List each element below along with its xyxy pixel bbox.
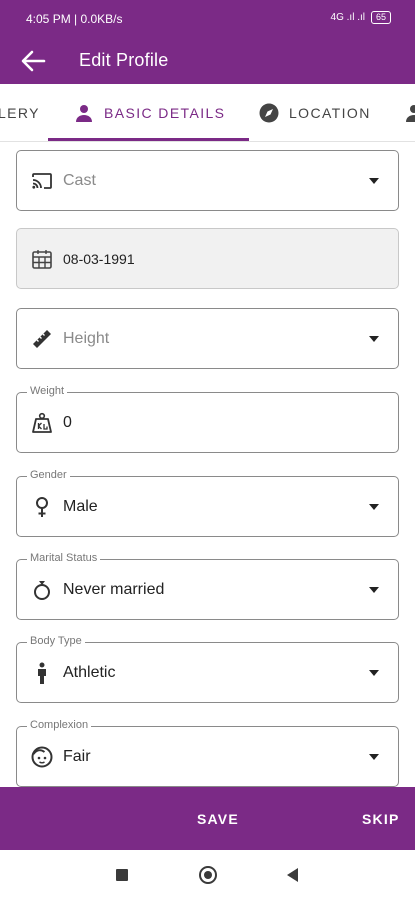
calendar-icon bbox=[32, 250, 52, 269]
skip-button[interactable]: SKIP bbox=[362, 811, 399, 827]
status-time: 4:05 PM | 0.0KB/s bbox=[26, 12, 123, 26]
body-type-label: Body Type bbox=[27, 635, 85, 647]
ring-icon bbox=[34, 581, 50, 600]
date-of-birth-value: 08-03-1991 bbox=[63, 251, 135, 267]
save-button[interactable]: SAVE bbox=[197, 811, 239, 827]
face-icon bbox=[31, 746, 53, 768]
cast-icon bbox=[32, 173, 52, 189]
tab-location-label: LOCATION bbox=[289, 105, 371, 121]
cast-placeholder: Cast bbox=[63, 172, 96, 189]
home-icon[interactable] bbox=[199, 866, 217, 884]
gender-dropdown[interactable]: Gender Male bbox=[16, 469, 399, 537]
marital-status-value: Never married bbox=[63, 581, 165, 598]
tab-next[interactable] bbox=[404, 84, 415, 142]
height-placeholder: Height bbox=[63, 330, 110, 347]
dropdown-arrow-icon bbox=[369, 587, 379, 593]
gender-value: Male bbox=[63, 498, 98, 515]
system-nav-bar bbox=[0, 850, 415, 900]
battery-icon: 65 bbox=[370, 11, 391, 24]
tab-gallery-label: LERY bbox=[0, 105, 40, 121]
complexion-value: Fair bbox=[63, 748, 91, 765]
status-bar: 4:05 PM | 0.0KB/s 4G .ıl .ıl 65 bbox=[0, 0, 415, 38]
weight-icon bbox=[32, 412, 52, 433]
weight-label: Weight bbox=[27, 385, 68, 397]
dropdown-arrow-icon bbox=[369, 336, 379, 342]
date-of-birth-field: 08-03-1991 bbox=[16, 228, 399, 289]
person-icon bbox=[76, 105, 92, 122]
cast-dropdown[interactable]: Cast bbox=[16, 150, 399, 211]
gender-icon bbox=[36, 497, 48, 517]
weight-value: 0 bbox=[63, 414, 72, 431]
signal-icon: 4G .ıl .ıl bbox=[330, 12, 365, 23]
marital-status-dropdown[interactable]: Marital Status Never married bbox=[16, 552, 399, 620]
complexion-label: Complexion bbox=[27, 719, 92, 731]
ruler-icon bbox=[33, 330, 51, 348]
tab-gallery[interactable]: LERY bbox=[0, 84, 40, 142]
tab-location[interactable]: LOCATION bbox=[259, 84, 371, 142]
status-icons: 4G .ıl .ıl 65 bbox=[331, 11, 391, 24]
app-bar: Edit Profile bbox=[0, 38, 415, 84]
form-content: Cast 08-03-1991 Height Weight 0 Gender M… bbox=[0, 142, 415, 787]
page-title: Edit Profile bbox=[79, 50, 169, 70]
bottom-action-bar: SAVE SKIP bbox=[0, 787, 415, 850]
marital-status-label: Marital Status bbox=[27, 552, 101, 564]
height-dropdown[interactable]: Height bbox=[16, 308, 399, 369]
tab-basic-details[interactable]: BASIC DETAILS bbox=[74, 84, 225, 142]
weight-field[interactable]: Weight 0 bbox=[16, 385, 399, 453]
nav-back-icon[interactable] bbox=[287, 868, 298, 882]
body-icon bbox=[38, 662, 46, 684]
active-tab-indicator bbox=[48, 138, 249, 141]
dropdown-arrow-icon bbox=[369, 178, 379, 184]
tab-bar: LERY BASIC DETAILS LOCATION bbox=[0, 84, 415, 142]
body-type-value: Athletic bbox=[63, 664, 116, 681]
person-icon bbox=[406, 105, 415, 122]
tab-basic-details-label: BASIC DETAILS bbox=[104, 105, 226, 121]
dropdown-arrow-icon bbox=[369, 754, 379, 760]
dropdown-arrow-icon bbox=[369, 504, 379, 510]
compass-icon bbox=[259, 103, 279, 123]
complexion-dropdown[interactable]: Complexion Fair bbox=[16, 719, 399, 787]
gender-label: Gender bbox=[27, 469, 70, 481]
recent-apps-icon[interactable] bbox=[116, 869, 128, 881]
dropdown-arrow-icon bbox=[369, 670, 379, 676]
body-type-dropdown[interactable]: Body Type Athletic bbox=[16, 635, 399, 703]
back-arrow-icon[interactable] bbox=[20, 49, 46, 73]
